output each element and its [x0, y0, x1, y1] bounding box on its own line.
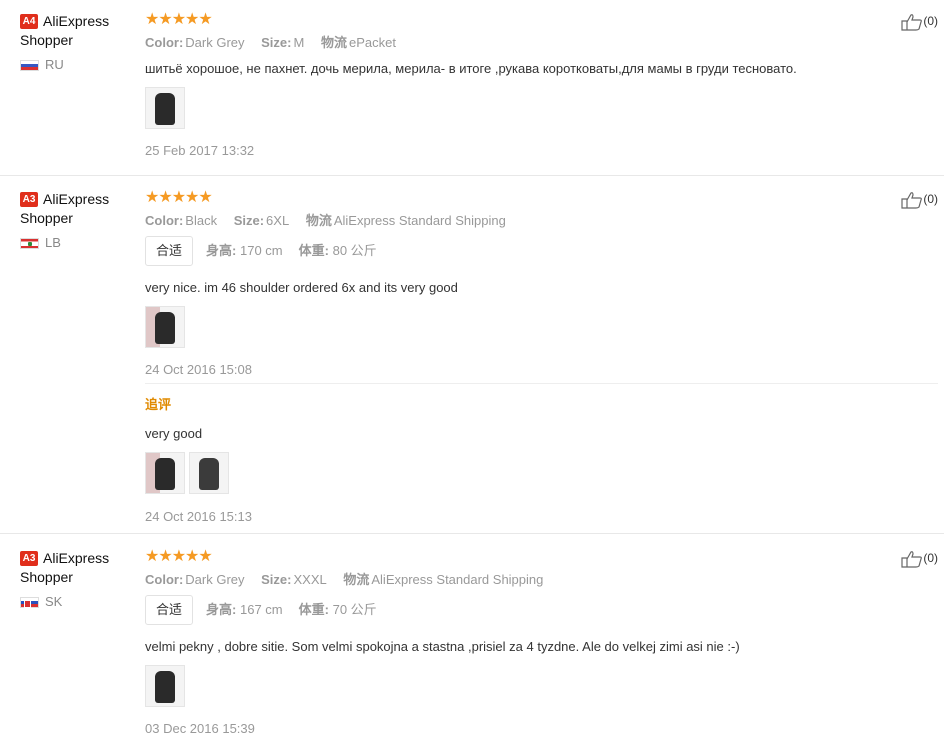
reviewer-country: LB — [20, 235, 140, 251]
review-photo-thumbnail[interactable] — [145, 452, 185, 494]
fit-info: 合适 身高: 170 cm 体重: 80 公斤 — [145, 236, 885, 266]
review-date: 24 Oct 2016 15:08 — [145, 362, 252, 377]
review-text: шитьё хорошое, не пахнет. дочь мерила, м… — [145, 61, 797, 76]
review-photos — [145, 87, 885, 131]
followup-photos — [145, 452, 938, 496]
followup-review: 追评 very good 24 Oct 2016 15:13 — [145, 383, 938, 525]
thumbs-up-icon — [901, 191, 923, 209]
review-text: velmi pekny , dobre sitie. Som velmi spo… — [145, 639, 740, 654]
reviewer-info: A3 AliExpress Shopper LB — [20, 189, 140, 251]
fit-info: 合适 身高: 167 cm 体重: 70 公斤 — [145, 595, 885, 625]
review-date: 03 Dec 2016 15:39 — [145, 721, 255, 736]
reviewer-name: AliExpress — [43, 550, 110, 566]
helpful-button[interactable]: (0) — [901, 190, 938, 209]
thumbs-up-icon — [901, 13, 923, 31]
helpful-button[interactable]: (0) — [901, 549, 938, 568]
flag-icon — [20, 60, 39, 72]
review-date: 25 Feb 2017 13:32 — [145, 143, 255, 158]
buyer-level-badge: A4 — [20, 13, 38, 29]
helpful-button[interactable]: (0) — [901, 12, 938, 31]
fit-tag: 合适 — [145, 236, 194, 266]
reviewer-country: RU — [20, 57, 140, 73]
review-photo-thumbnail[interactable] — [145, 87, 185, 129]
review-text: very nice. im 46 shoulder ordered 6x and… — [145, 280, 458, 295]
reviewer-name: AliExpress — [43, 191, 110, 207]
reviewer-name-line2: Shopper — [20, 32, 73, 48]
reviewer-name-line2: Shopper — [20, 569, 73, 585]
followup-label: 追评 — [145, 397, 172, 412]
flag-icon — [20, 597, 39, 609]
review-content: ★★★★★ Color: Dark Grey Size: M 物流 ePacket ш… — [145, 11, 885, 159]
order-info: Color: Dark Grey Size: M 物流 ePacket — [145, 35, 396, 50]
followup-text: very good — [145, 426, 203, 441]
reviewer-info: A3 AliExpress Shopper SK — [20, 548, 140, 610]
review-content: ★★★★★ Color: Black Size: 6XL 物流 AliExpress … — [145, 189, 885, 378]
review-content: ★★★★★ Color: Dark Grey Size: XXXL 物流 AliExp… — [145, 548, 885, 737]
fit-tag: 合适 — [145, 595, 194, 625]
reviewer-info: A4 AliExpress Shopper RU — [20, 11, 140, 73]
buyer-level-badge: A3 — [20, 191, 38, 207]
reviewer-name-line2: Shopper — [20, 210, 73, 226]
star-rating: ★★★★★ — [145, 11, 213, 28]
review-photo-thumbnail[interactable] — [145, 306, 185, 348]
order-info: Color: Dark Grey Size: XXXL 物流 AliExpress S… — [145, 572, 544, 587]
star-rating: ★★★★★ — [145, 189, 213, 206]
review-photo-thumbnail[interactable] — [189, 452, 229, 494]
review-item: A4 AliExpress Shopper RU ★★★★★ Color: Dark… — [0, 0, 944, 175]
thumbs-up-icon — [901, 550, 923, 568]
review-item: A3 AliExpress Shopper LB ★★★★★ Color: Blac… — [0, 175, 944, 533]
review-item: A3 AliExpress Shopper SK ★★★★★ Color: Dark… — [0, 533, 944, 749]
star-rating: ★★★★★ — [145, 548, 213, 565]
buyer-level-badge: A3 — [20, 550, 38, 566]
flag-icon — [20, 238, 39, 250]
review-photos — [145, 306, 885, 350]
reviewer-name: AliExpress — [43, 13, 110, 29]
review-photo-thumbnail[interactable] — [145, 665, 185, 707]
order-info: Color: Black Size: 6XL 物流 AliExpress Standa… — [145, 213, 506, 228]
review-photos — [145, 665, 885, 709]
followup-date: 24 Oct 2016 15:13 — [145, 509, 252, 524]
reviewer-country: SK — [20, 594, 140, 610]
